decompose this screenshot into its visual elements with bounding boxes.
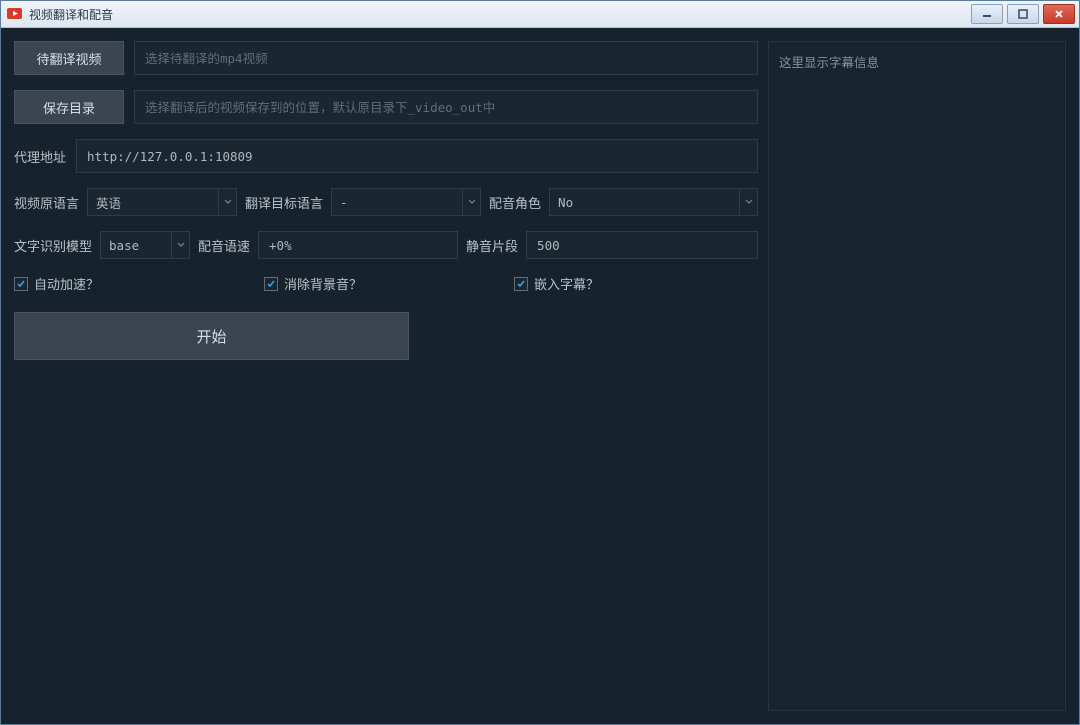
window-controls: [971, 4, 1079, 24]
close-button[interactable]: [1043, 4, 1075, 24]
checkbox-icon: [514, 277, 528, 291]
minimize-button[interactable]: [971, 4, 1003, 24]
chevron-down-icon: [462, 189, 480, 215]
form-panel: 待翻译视频 保存目录 代理地址 视频原语言 英语 翻译目标语言 -: [14, 41, 758, 711]
silence-label: 静音片段: [466, 236, 518, 255]
chevron-down-icon: [218, 189, 236, 215]
maximize-button[interactable]: [1007, 4, 1039, 24]
recog-model-label: 文字识别模型: [14, 236, 92, 255]
remove-bg-checkbox[interactable]: 消除背景音？: [264, 274, 514, 293]
voice-rate-input[interactable]: [258, 231, 458, 259]
source-lang-label: 视频原语言: [14, 193, 79, 212]
proxy-input[interactable]: [76, 139, 758, 173]
checkbox-icon: [264, 277, 278, 291]
subtitle-panel: 这里显示字幕信息: [768, 41, 1066, 711]
target-lang-select[interactable]: -: [331, 188, 481, 216]
voice-rate-label: 配音语速: [198, 236, 250, 255]
client-area: 待翻译视频 保存目录 代理地址 视频原语言 英语 翻译目标语言 -: [1, 28, 1079, 724]
source-lang-select[interactable]: 英语: [87, 188, 237, 216]
recog-model-select[interactable]: base: [100, 231, 190, 259]
proxy-label: 代理地址: [14, 147, 66, 166]
app-icon: [7, 8, 23, 20]
app-window: 视频翻译和配音 待翻译视频 保存目录 代理地址: [0, 0, 1080, 725]
source-video-button[interactable]: 待翻译视频: [14, 41, 124, 75]
source-video-input[interactable]: [134, 41, 758, 75]
titlebar: 视频翻译和配音: [1, 1, 1079, 28]
save-dir-input[interactable]: [134, 90, 758, 124]
chevron-down-icon: [739, 189, 757, 215]
chevron-down-icon: [171, 232, 189, 258]
silence-input[interactable]: [526, 231, 758, 259]
start-button[interactable]: 开始: [14, 312, 409, 360]
voice-role-label: 配音角色: [489, 193, 541, 212]
window-title: 视频翻译和配音: [29, 6, 971, 23]
save-dir-button[interactable]: 保存目录: [14, 90, 124, 124]
checkbox-icon: [14, 277, 28, 291]
subtitle-placeholder: 这里显示字幕信息: [779, 56, 879, 70]
auto-accel-checkbox[interactable]: 自动加速？: [14, 274, 264, 293]
embed-sub-checkbox[interactable]: 嵌入字幕？: [514, 274, 599, 293]
voice-role-select[interactable]: No: [549, 188, 758, 216]
target-lang-label: 翻译目标语言: [245, 193, 323, 212]
